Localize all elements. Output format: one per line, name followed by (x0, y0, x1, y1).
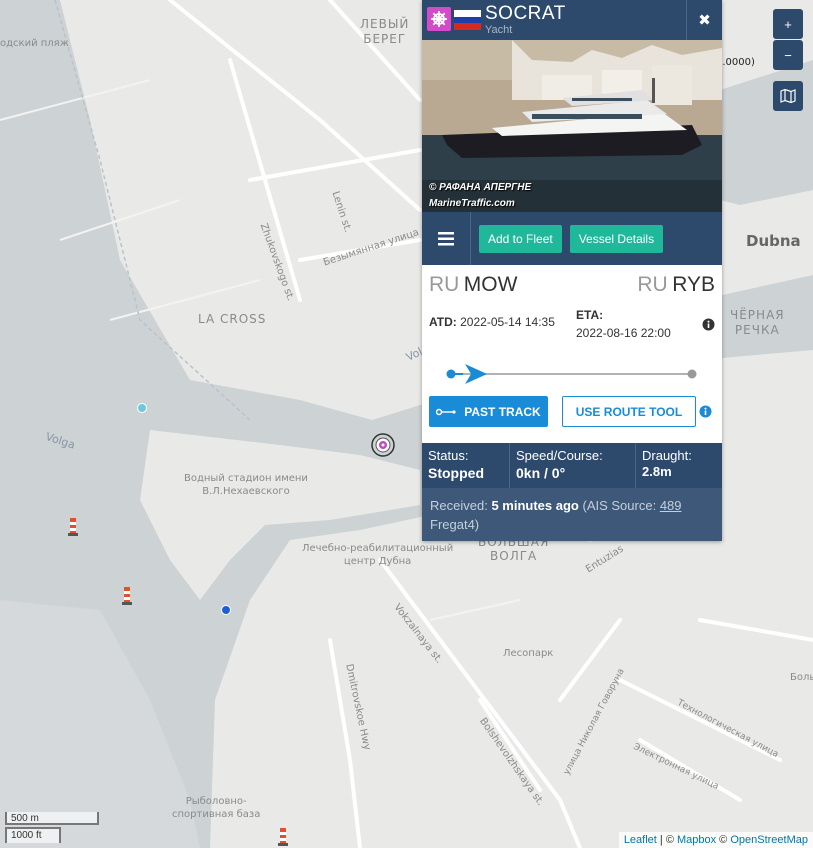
map-label-line: Водный стадион имени (184, 473, 308, 484)
past-track-button[interactable]: PAST TRACK (429, 396, 548, 427)
vessel-marker-icon[interactable] (136, 402, 148, 414)
atd-label: ATD: (429, 315, 457, 329)
map-attribution: Leaflet | © Mapbox © OpenStreetMap (618, 832, 813, 848)
attribution-separator: © (716, 834, 731, 846)
vessel-details-button[interactable]: Vessel Details (569, 224, 664, 253)
map-label-line: РЕЧКА (734, 323, 780, 337)
eta-label: ETA: (576, 308, 604, 322)
map-label-lesopark: Лесопарк (503, 648, 554, 659)
vessel-status-bar: Status: Stopped Speed/Course: 0kn / 0° D… (422, 443, 722, 488)
map-label-line: В.Л.Нехаевского (202, 486, 290, 497)
voyage-progress (422, 350, 722, 388)
voyage-times: ATD: 2022-05-14 14:35 ETA: 2022-08-16 22… (422, 305, 722, 350)
zoom-in-button[interactable]: + (773, 9, 803, 39)
eta: ETA: 2022-08-16 22:00 (576, 306, 671, 342)
map-label-bolsh-partial: Боль (790, 672, 813, 683)
departure-port[interactable]: RU MOW (429, 273, 517, 297)
photo-credit-line: © РАФАНА АПЕРГНЕ (429, 182, 532, 193)
mapbox-link[interactable]: Mapbox (677, 834, 716, 846)
photo-credit: © РАФАНА АПЕРГНЕ MarineTraffic.com (429, 180, 531, 212)
osm-link[interactable]: OpenStreetMap (730, 834, 808, 846)
vessel-name: SOCRAT (485, 3, 566, 24)
speed-cell: Speed/Course: 0kn / 0° (510, 443, 636, 488)
status-label: Status: (428, 448, 469, 463)
arrival-country: RU (637, 273, 668, 296)
map-layers-button[interactable] (773, 81, 803, 111)
vessel-photo[interactable]: © РАФАНА АПЕРГНЕ MarineTraffic.com (422, 40, 722, 212)
map-label-beach: одский пляж (0, 38, 69, 49)
map-label-line: БЕРЕГ (363, 32, 407, 46)
vessel-marker-icon[interactable] (220, 604, 232, 616)
info-icon[interactable] (702, 318, 715, 331)
map-label-line: Лечебно-реабилитационный (302, 543, 454, 554)
map-icon (780, 89, 796, 103)
map-label-line: Рыболовно- (185, 796, 247, 807)
speed-value: 0kn / 0° (516, 465, 566, 481)
vessel-popup-header: SOCRAT Yacht ✖ (422, 0, 722, 40)
hamburger-icon (438, 231, 454, 245)
route-tool-button[interactable]: USE ROUTE TOOL (562, 396, 696, 427)
draught-cell: Draught: 2.8m (636, 443, 698, 488)
info-icon[interactable] (699, 405, 712, 418)
status-cell: Status: Stopped (422, 443, 510, 488)
map-label-line: центр Дубна (343, 556, 412, 567)
ais-source-prefix: (AIS Source: (582, 498, 657, 513)
eta-value: 2022-08-16 22:00 (576, 326, 671, 340)
map-label-rehab: Лечебно-реабилитационный центр Дубна (302, 542, 453, 568)
map-label-line: ВОЛГА (490, 549, 538, 563)
track-icon (436, 408, 456, 415)
attribution-separator: | © (656, 834, 677, 846)
map-label-left-bank: ЛЕВЫЙ БЕРЕГ (360, 17, 409, 47)
arrival-port[interactable]: RU RYB (637, 273, 715, 297)
vessel-action-bar: Add to Fleet Vessel Details (422, 212, 722, 265)
close-icon: ✖ (698, 12, 711, 29)
selected-vessel-marker-icon[interactable] (370, 432, 396, 458)
map-label-stadium: Водный стадион имени В.Л.Нехаевского (184, 472, 308, 498)
speed-label: Speed/Course: (516, 448, 603, 463)
scale-metric: 500 m (5, 812, 99, 825)
track-actions: PAST TRACK USE ROUTE TOOL (422, 388, 722, 435)
origin-dot (446, 369, 456, 379)
draught-value: 2.8m (642, 464, 672, 479)
status-value: Stopped (428, 465, 484, 481)
add-to-fleet-button[interactable]: Add to Fleet (479, 224, 562, 253)
zoom-out-button[interactable]: − (773, 40, 803, 70)
photo-credit-line: MarineTraffic.com (429, 198, 515, 209)
voyage-progress-bar (446, 364, 697, 384)
departure-country: RU (429, 273, 460, 296)
map-label-dubna: Dubna (746, 232, 801, 250)
russia-flag-icon (454, 10, 481, 30)
map-label-chernaya-rechka: ЧЁРНАЯ РЕЧКА (730, 308, 785, 338)
map-label-line: ЧЁРНАЯ (730, 308, 785, 322)
ais-source-suffix: Fregat4) (430, 517, 480, 532)
scale-imperial: 1000 ft (5, 827, 61, 843)
leaflet-link[interactable]: Leaflet (624, 834, 657, 846)
close-button[interactable]: ✖ (686, 0, 722, 40)
map-label-fishing: Рыболовно- спортивная база (172, 795, 260, 821)
vessel-type: Yacht (485, 24, 513, 36)
menu-button[interactable] (422, 212, 471, 265)
map-label-line: ЛЕВЫЙ (360, 17, 410, 31)
arrival-port-code: RYB (672, 273, 715, 296)
received-value: 5 minutes ago (491, 498, 579, 513)
voyage-ports: RU MOW RU RYB (422, 265, 722, 305)
atd-value: 2022-05-14 14:35 (460, 315, 555, 329)
lighthouse-icon[interactable] (278, 826, 288, 846)
departure-port-code: MOW (463, 273, 518, 296)
map-label-line: спортивная база (172, 809, 261, 820)
vessel-type-icon (427, 7, 451, 31)
lighthouse-icon[interactable] (122, 585, 132, 605)
received-label: Received: (430, 498, 488, 513)
received-info: Received: 5 minutes ago (AIS Source: 489… (422, 488, 722, 541)
destination-dot (687, 369, 697, 379)
atd: ATD: 2022-05-14 14:35 (429, 315, 555, 329)
vessel-popup: SOCRAT Yacht ✖ © РАФАНА АПЕРГНЕ MarineTr… (422, 0, 722, 541)
past-track-label: PAST TRACK (464, 404, 541, 419)
draught-label: Draught: (642, 448, 692, 463)
map-label-la-cross: LA CROSS (198, 312, 267, 326)
lighthouse-icon[interactable] (68, 516, 78, 536)
ais-source-link[interactable]: 489 (660, 498, 682, 513)
